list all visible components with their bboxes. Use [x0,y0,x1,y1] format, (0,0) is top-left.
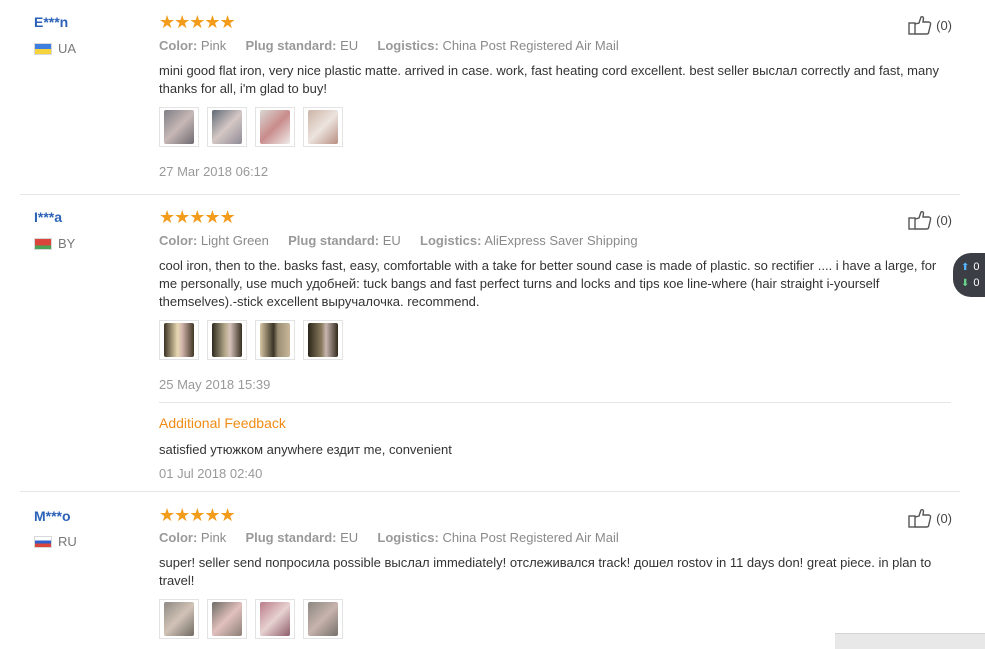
color-value: Light Green [200,233,269,248]
logistics-value: China Post Registered Air Mail [442,530,619,545]
review-2: I***a BY ★★★★★ (0) Color: Light Green Pl… [20,195,960,492]
country-code: UA [58,41,77,56]
review-photo[interactable] [255,599,295,639]
country-code: RU [58,534,77,549]
arrow-up-icon: ⬆ [961,261,970,273]
thumbs-up-icon [908,508,932,528]
review-photo[interactable] [207,599,247,639]
order-attributes: Color: Pink Plug standard: EU Logistics:… [159,530,619,545]
by-flag-icon [34,237,52,250]
additional-feedback-heading: Additional Feedback [159,415,286,431]
review-photo[interactable] [255,320,295,360]
review-photo[interactable] [159,599,199,639]
review-text: cool iron, then to the. basks fast, easy… [159,258,937,309]
review-photos [159,107,343,147]
order-attributes: Color: Pink Plug standard: EU Logistics:… [159,38,619,53]
review-photo[interactable] [255,107,295,147]
review-photo[interactable] [303,599,343,639]
reviewer-name[interactable]: E***n [34,14,68,30]
reviewer-country: RU [34,534,77,549]
color-value: Pink [200,530,227,545]
review-date: 27 Mar 2018 06:12 [159,164,269,179]
helpful-button[interactable]: (0) [908,210,952,230]
floating-vote-widget[interactable]: ⬆ 0 ⬇ 0 [953,253,985,297]
thumbs-up-icon [908,210,932,230]
ua-flag-icon [34,42,52,55]
review-text: mini good flat iron, very nice plastic m… [159,63,939,96]
helpful-button[interactable]: (0) [908,508,952,528]
review-photo[interactable] [207,320,247,360]
review-text: super! seller send попросила possible вы… [159,555,932,588]
helpful-count: (0) [936,17,952,33]
reviewer-name[interactable]: I***a [34,209,62,225]
helpful-button[interactable]: (0) [908,15,952,35]
helpful-count: (0) [936,212,952,228]
review-1: E***n UA ★★★★★ (0) Color: Pink Plug stan… [20,0,960,195]
country-code: BY [58,236,76,251]
ru-flag-icon [34,535,52,548]
thumbs-up-icon [908,15,932,35]
star-rating: ★★★★★ [159,505,236,525]
plug-value: EU [340,530,359,545]
review-photo[interactable] [159,320,199,360]
additional-feedback-divider [159,402,951,403]
vote-down[interactable]: ⬇ 0 [961,277,985,289]
logistics-value: AliExpress Saver Shipping [484,233,638,248]
review-photo[interactable] [159,107,199,147]
additional-feedback-text: satisfied утюжком anywhere ездит me, con… [159,442,452,457]
order-attributes: Color: Light Green Plug standard: EU Log… [159,233,638,248]
review-3: M***o RU ★★★★★ (0) Color: Pink Plug stan… [20,492,960,649]
star-rating: ★★★★★ [159,207,236,227]
plug-value: EU [382,233,401,248]
bottom-panel-tab[interactable] [835,633,985,649]
review-photos [159,320,343,360]
review-photo[interactable] [303,107,343,147]
reviewer-country: UA [34,41,76,56]
star-rating: ★★★★★ [159,12,236,32]
arrow-down-icon: ⬇ [961,277,970,289]
helpful-count: (0) [936,510,952,526]
review-photos [159,599,343,639]
review-date: 25 May 2018 15:39 [159,377,271,392]
logistics-value: China Post Registered Air Mail [442,38,619,53]
reviewer-country: BY [34,236,75,251]
color-value: Pink [200,38,227,53]
review-photo[interactable] [303,320,343,360]
review-photo[interactable] [207,107,247,147]
reviewer-name[interactable]: M***o [34,508,71,524]
vote-up[interactable]: ⬆ 0 [961,261,985,273]
plug-value: EU [340,38,359,53]
additional-feedback-date: 01 Jul 2018 02:40 [159,466,263,481]
